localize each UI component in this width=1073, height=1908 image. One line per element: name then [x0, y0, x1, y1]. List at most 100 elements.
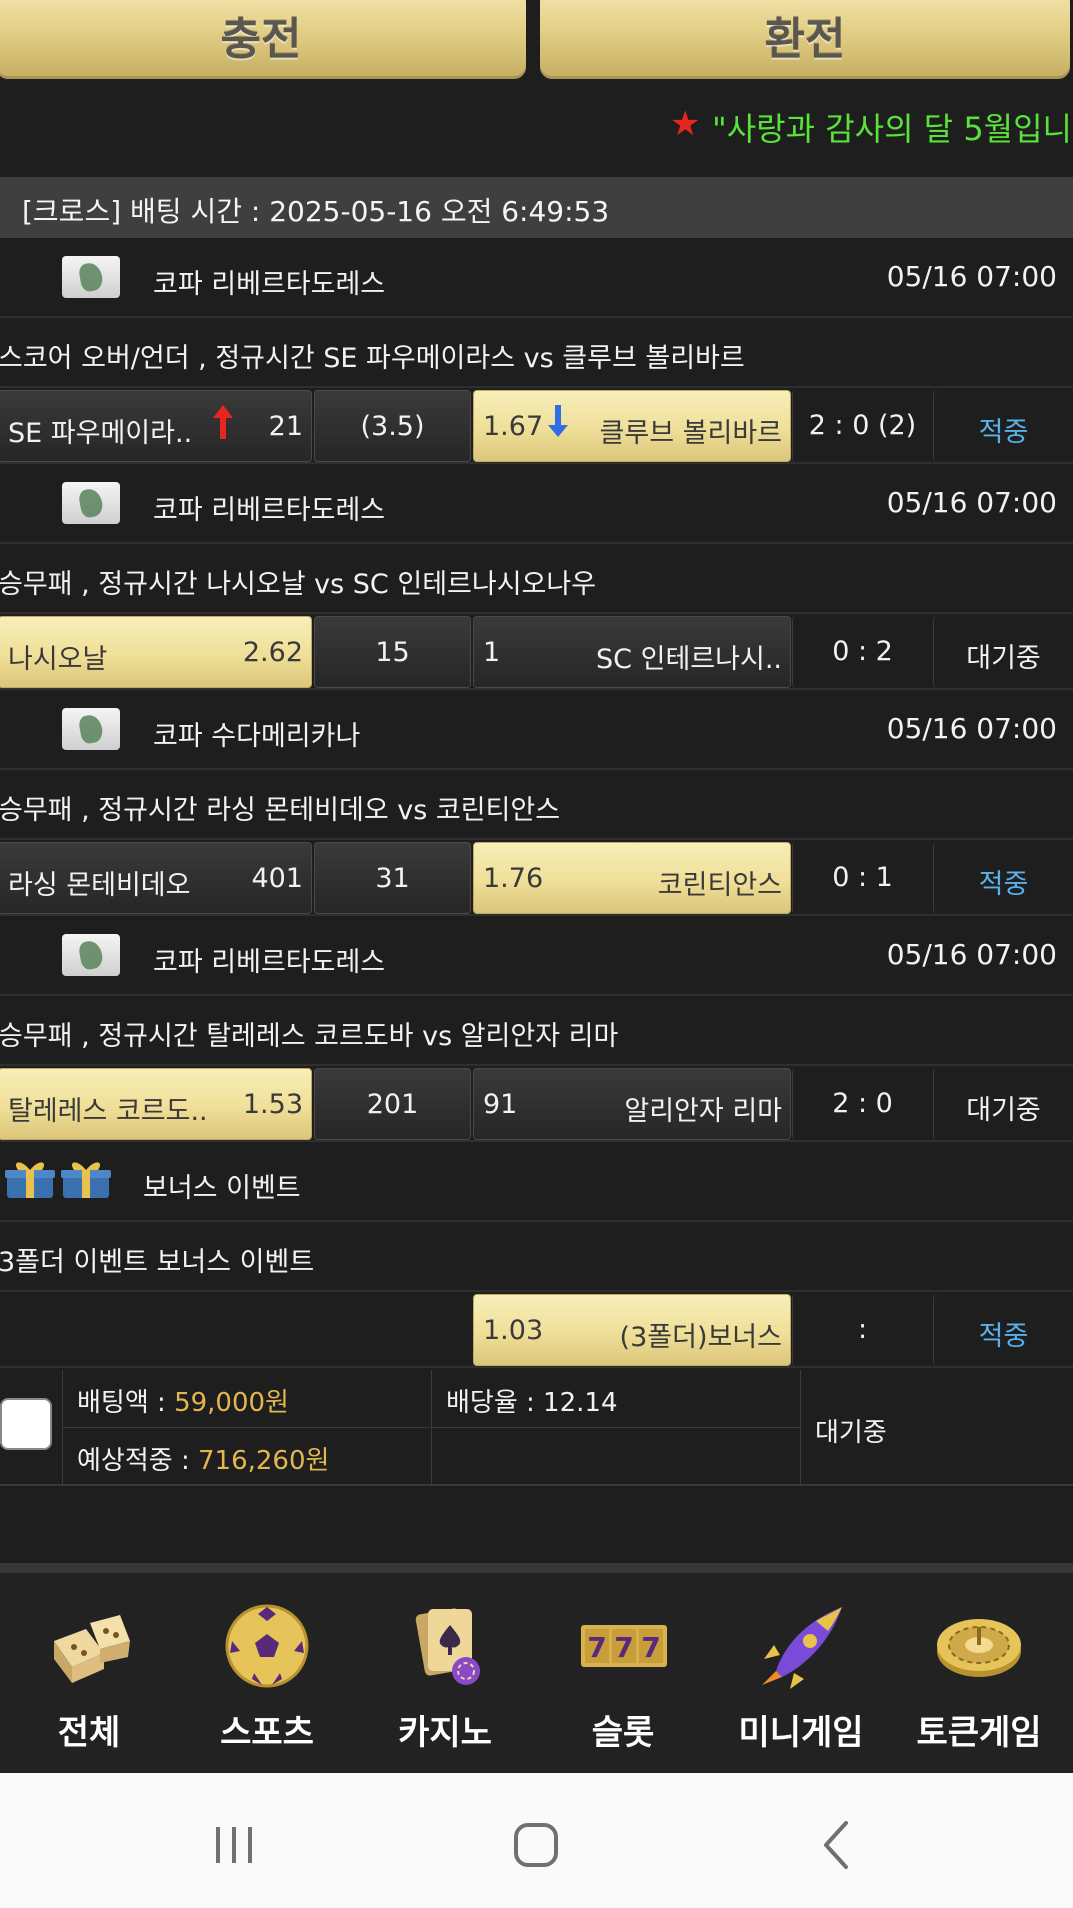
playing-cards-icon [415, 1608, 480, 1685]
market-row: 3폴더 이벤트 보너스 이벤트 [0, 1222, 1073, 1292]
home-team: 나시오날 [8, 644, 108, 675]
mid-odds-cell[interactable]: 201 [314, 1068, 471, 1140]
result-cell: 대기중 [933, 616, 1073, 688]
system-nav-bar [0, 1773, 1073, 1908]
bet-summary: 배팅액 : 59,000원 배당율 : 12.14 예상적중 : 716,260… [0, 1370, 1073, 1486]
bet-amount-label: 배팅액 : [77, 1388, 175, 1418]
home-odds-cell[interactable]: 라싱 몬테비데오 401 [0, 842, 312, 914]
south-america-flag-icon [62, 708, 120, 750]
away-team: 알리안자 리마 [624, 1096, 782, 1127]
away-team: SC 인테르나시.. [596, 644, 782, 675]
mid-value: (3.5) [360, 411, 425, 442]
home-icon[interactable] [506, 1815, 566, 1875]
bet-amount-line: 배팅액 : 59,000원 [77, 1382, 289, 1419]
nav-sports[interactable]: 스포츠 [178, 1573, 356, 1773]
match-time: 05/16 07:00 [886, 260, 1057, 293]
nav-label: 스포츠 [220, 1713, 314, 1753]
market-row: 스코어 오버/언더 , 정규시간 SE 파우메이라스 vs 클루브 볼리바르 [0, 318, 1073, 388]
result-cell: 대기중 [933, 1068, 1073, 1140]
odds-row: 라싱 몬테비데오 401 31 1.76 코린티안스 0 : 1 적중 [0, 840, 1073, 916]
away-odds: 1.67 [483, 411, 544, 442]
nav-slot[interactable]: 7 7 7 슬롯 [534, 1573, 712, 1773]
nav-label: 전체 [57, 1713, 121, 1753]
rocket-icon [762, 1607, 842, 1689]
bet-time-text: [크로스] 배팅 시간 : 2025-05-16 오전 6:49:53 [22, 195, 610, 228]
nav-tokengame[interactable]: 토큰게임 [890, 1573, 1068, 1773]
exchange-button[interactable]: 환전 [540, 0, 1070, 79]
score-cell: 0 : 1 [792, 842, 932, 914]
star-icon: ★ [670, 104, 701, 144]
match-time: 05/16 07:00 [886, 938, 1057, 971]
mid-value: 201 [366, 1089, 419, 1120]
market-row: 승무패 , 정규시간 탈레레스 코르도바 vs 알리안자 리마 [0, 996, 1073, 1066]
mid-value: 15 [375, 637, 410, 668]
home-odds: 401 [251, 863, 303, 894]
nav-casino[interactable]: 카지노 [356, 1573, 534, 1773]
away-odds-cell[interactable]: 1 SC 인테르나시.. [473, 616, 791, 688]
mid-odds-cell[interactable]: (3.5) [314, 390, 471, 462]
match-time: 05/16 07:00 [886, 486, 1057, 519]
nav-label: 토큰게임 [916, 1713, 1042, 1753]
home-odds-cell[interactable]: 탈레레스 코르도.. 1.53 [0, 1068, 312, 1140]
away-odds-cell[interactable]: 91 알리안자 리마 [473, 1068, 791, 1140]
home-odds: 2.62 [242, 637, 303, 668]
result-status: 대기중 [966, 1095, 1041, 1126]
nav-label: 미니게임 [738, 1713, 864, 1753]
bet-amount-value: 59,000원 [174, 1388, 289, 1418]
bonus-label: (3폴더)보너스 [619, 1322, 782, 1353]
odds-up-arrow-icon [213, 405, 233, 439]
nav-label: 카지노 [398, 1713, 492, 1753]
dice-icon [54, 1615, 130, 1683]
mid-value: 31 [375, 863, 410, 894]
mid-odds-cell[interactable]: 15 [314, 616, 471, 688]
select-checkbox[interactable] [0, 1398, 52, 1450]
away-odds-cell[interactable]: 1.67 클루브 볼리바르 [473, 390, 791, 462]
league-name: 코파 리베르타도레스 [153, 947, 386, 978]
rate-cell: 배당율 : 12.14 [431, 1370, 800, 1428]
league-row: 코파 수다메리카나 05/16 07:00 [0, 690, 1073, 770]
bet-time-header: [크로스] 배팅 시간 : 2025-05-16 오전 6:49:53 [0, 177, 1073, 238]
expected-line: 예상적중 : 716,260원 [77, 1440, 329, 1477]
away-odds: 91 [483, 1089, 518, 1120]
league-name: 코파 수다메리카나 [153, 721, 361, 752]
roulette-icon [937, 1619, 1021, 1677]
slot-digit: 7 [614, 1631, 633, 1664]
away-team: 클루브 볼리바르 [599, 418, 782, 449]
market-row: 승무패 , 정규시간 나시오날 vs SC 인테르나시오나우 [0, 544, 1073, 614]
nav-minigame[interactable]: 미니게임 [712, 1573, 890, 1773]
result-cell: 적중 [933, 1294, 1073, 1366]
league-name: 코파 리베르타도레스 [153, 269, 386, 300]
home-odds-cell[interactable]: SE 파우메이라.. 21 [0, 390, 312, 462]
home-odds-cell[interactable]: 나시오날 2.62 [0, 616, 312, 688]
home-team: SE 파우메이라.. [8, 418, 193, 449]
charge-button[interactable]: 충전 [0, 0, 526, 79]
match-time: 05/16 07:00 [886, 712, 1057, 745]
home-team: 탈레레스 코르도.. [8, 1096, 208, 1127]
nav-label: 슬롯 [591, 1713, 655, 1753]
score-cell: 2 : 0 (2) [792, 390, 932, 462]
odds-down-arrow-icon [548, 405, 568, 437]
slot-digits: 7 [587, 1631, 606, 1664]
result-status: 적중 [978, 1321, 1029, 1352]
bottom-nav: 전체 스포츠 카지노 7 7 7 슬롯 미니게임 토큰게임 [0, 1563, 1073, 1773]
league-row: 코파 리베르타도레스 05/16 07:00 [0, 916, 1073, 996]
south-america-flag-icon [62, 256, 120, 298]
nav-all[interactable]: 전체 [0, 1573, 178, 1773]
odds-row: 1.03 (3폴더)보너스 : 적중 [0, 1292, 1073, 1368]
back-icon[interactable] [808, 1815, 868, 1875]
expected-value: 716,260원 [197, 1446, 330, 1476]
bonus-market-text: 3폴더 이벤트 보너스 이벤트 [0, 1247, 315, 1278]
score-cell: : [792, 1294, 932, 1366]
away-team: 코린티안스 [657, 870, 782, 901]
odds-row: SE 파우메이라.. 21 (3.5) 1.67 클루브 볼리바르 2 : 0 … [0, 388, 1073, 464]
bonus-odds-cell[interactable]: 1.03 (3폴더)보너스 [473, 1294, 791, 1366]
score-cell: 2 : 0 [792, 1068, 932, 1140]
score-cell: 0 : 2 [792, 616, 932, 688]
recent-apps-icon[interactable] [204, 1815, 264, 1875]
empty-cell [431, 1428, 800, 1486]
away-odds-cell[interactable]: 1.76 코린티안스 [473, 842, 791, 914]
rate-text: 배당율 : 12.14 [446, 1388, 618, 1418]
expected-cell: 예상적중 : 716,260원 [62, 1428, 431, 1486]
status-cell: 대기중 [800, 1370, 1073, 1486]
mid-odds-cell[interactable]: 31 [314, 842, 471, 914]
